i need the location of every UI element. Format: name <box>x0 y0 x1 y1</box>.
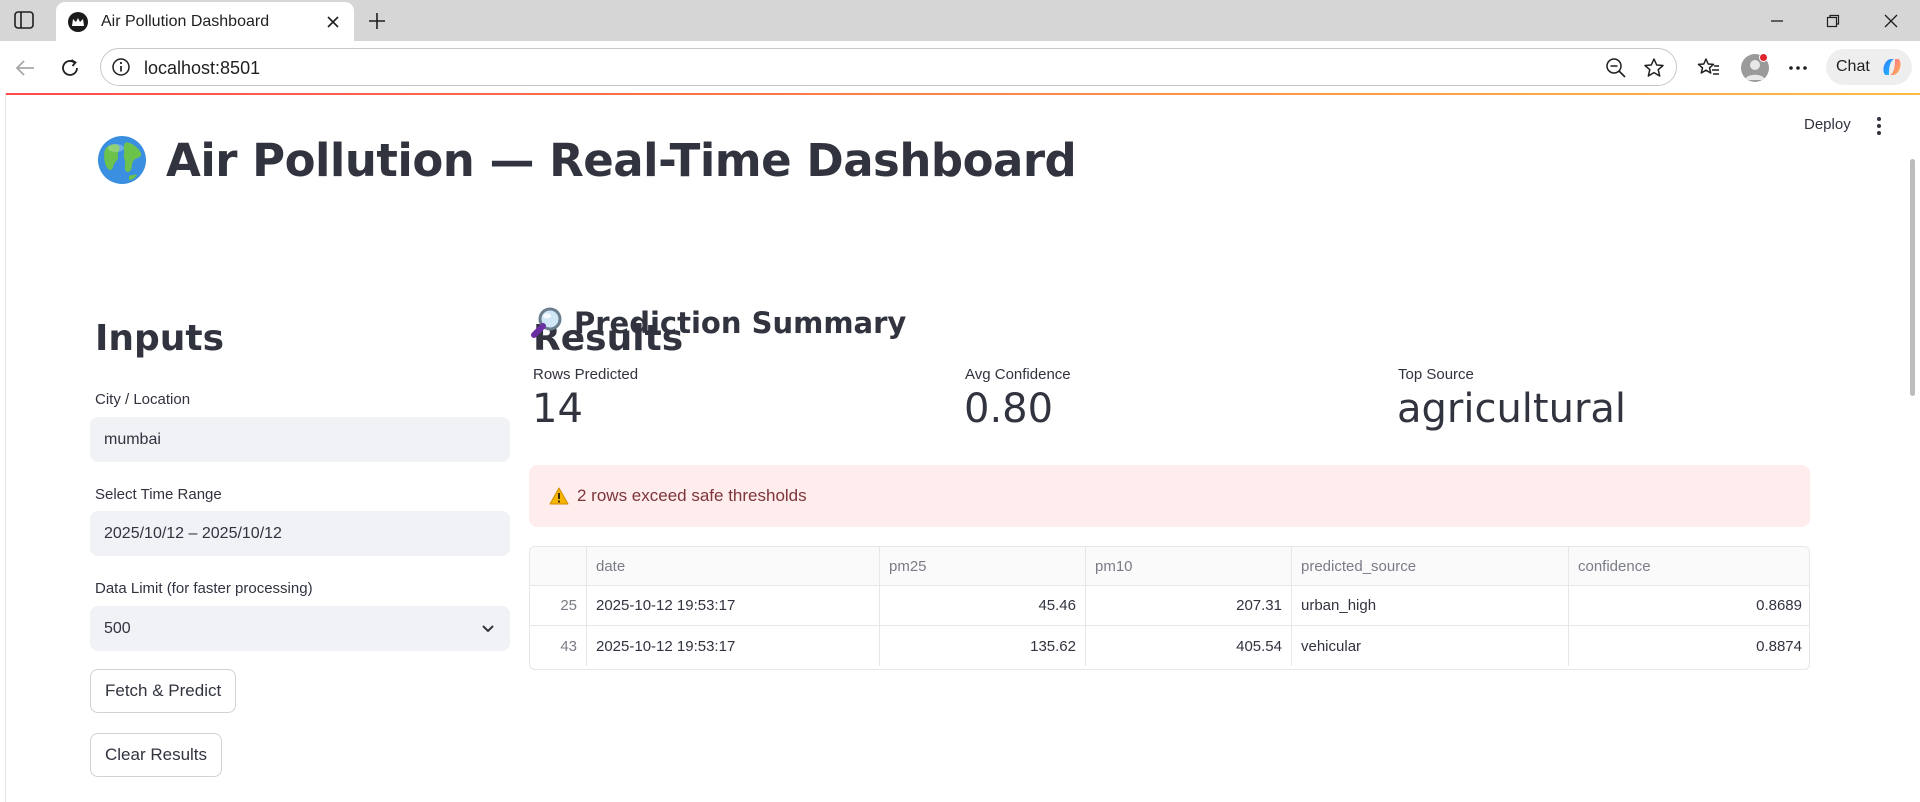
address-bar[interactable] <box>100 48 1677 86</box>
browser-tab[interactable]: Air Pollution Dashboard <box>56 2 354 41</box>
cell-date[interactable]: 2025-10-12 19:53:17 <box>587 626 880 666</box>
page-title: Air Pollution — Real-Time Dashboard <box>96 130 1077 190</box>
globe-icon <box>98 136 146 184</box>
notification-dot <box>1759 53 1768 62</box>
chevron-down-icon <box>482 625 494 633</box>
table-row[interactable]: 25 2025-10-12 19:53:17 45.46 207.31 urba… <box>530 586 1809 626</box>
data-limit-label: Data Limit (for faster processing) <box>95 580 313 597</box>
column-header-confidence[interactable]: confidence <box>1569 547 1809 585</box>
magnifier-icon <box>531 307 562 338</box>
browser-tab-bar: Air Pollution Dashboard <box>0 0 1920 41</box>
copilot-icon <box>1883 59 1901 75</box>
metric-source-value: agricultural <box>1397 386 1627 432</box>
fetch-predict-button[interactable]: Fetch & Predict <box>90 669 237 713</box>
copilot-chat-button[interactable]: Chat <box>1826 49 1912 85</box>
data-limit-value: 500 <box>104 619 131 637</box>
clear-results-button[interactable]: Clear Results <box>90 733 223 777</box>
site-info-icon[interactable] <box>111 57 131 77</box>
new-tab-icon[interactable] <box>364 9 390 33</box>
city-label: City / Location <box>95 391 191 408</box>
cell-pm10[interactable]: 405.54 <box>1086 626 1292 666</box>
time-range-input[interactable]: 2025/10/12 – 2025/10/12 <box>90 511 510 556</box>
data-limit-select[interactable]: 500 <box>90 606 510 651</box>
metric-source-label: Top Source <box>1398 366 1474 383</box>
reload-icon[interactable] <box>55 53 85 83</box>
favorites-icon[interactable] <box>1694 53 1724 83</box>
row-index: 43 <box>530 626 587 666</box>
warning-icon <box>549 487 569 505</box>
metric-confidence-label: Avg Confidence <box>965 366 1071 383</box>
cell-confidence[interactable]: 0.8689 <box>1569 586 1809 625</box>
cell-pm25[interactable]: 135.62 <box>880 626 1086 666</box>
close-window-icon[interactable] <box>1876 8 1906 34</box>
prediction-summary-text: Prediction Summary <box>574 306 907 340</box>
deploy-button[interactable]: Deploy <box>1804 116 1851 133</box>
threshold-alert: 2 rows exceed safe thresholds <box>529 465 1810 527</box>
time-range-label: Select Time Range <box>95 486 222 503</box>
streamlit-crown-icon <box>68 11 88 32</box>
cell-pm10[interactable]: 207.31 <box>1086 586 1292 625</box>
page-title-text: Air Pollution — Real-Time Dashboard <box>166 133 1077 187</box>
tab-actions-icon[interactable] <box>12 9 36 31</box>
column-header-pm25[interactable]: pm25 <box>880 547 1086 585</box>
row-index: 25 <box>530 586 587 625</box>
metric-rows-label: Rows Predicted <box>533 366 639 383</box>
back-icon[interactable] <box>10 53 40 83</box>
time-range-value: 2025/10/12 – 2025/10/12 <box>104 524 282 542</box>
top-decoration-bar <box>6 93 1920 95</box>
alert-text: 2 rows exceed safe thresholds <box>577 486 807 505</box>
header-index-cell <box>530 547 587 585</box>
prediction-summary-heading: Prediction Summary <box>530 303 906 343</box>
main-menu-icon[interactable] <box>1874 115 1884 137</box>
restore-icon[interactable] <box>1818 8 1848 34</box>
close-tab-icon[interactable] <box>322 11 344 33</box>
results-table[interactable]: date pm25 pm10 predicted_source confiden… <box>529 546 1810 670</box>
column-header-pm10[interactable]: pm10 <box>1086 547 1292 585</box>
cell-pm25[interactable]: 45.46 <box>880 586 1086 625</box>
table-row[interactable]: 43 2025-10-12 19:53:17 135.62 405.54 veh… <box>530 626 1809 666</box>
inputs-heading: Inputs <box>95 318 225 359</box>
cell-predicted-source[interactable]: urban_high <box>1292 586 1569 625</box>
cell-date[interactable]: 2025-10-12 19:53:17 <box>587 586 880 625</box>
table-header-row: date pm25 pm10 predicted_source confiden… <box>530 547 1809 586</box>
cell-confidence[interactable]: 0.8874 <box>1569 626 1809 666</box>
minimize-icon[interactable] <box>1762 8 1792 34</box>
scrollbar-thumb[interactable] <box>1910 159 1915 396</box>
metric-rows-value: 14 <box>532 386 583 432</box>
column-header-predicted-source[interactable]: predicted_source <box>1292 547 1569 585</box>
zoom-out-icon[interactable] <box>1605 57 1627 79</box>
more-options-icon[interactable] <box>1783 53 1813 83</box>
column-header-date[interactable]: date <box>587 547 880 585</box>
url-input[interactable] <box>144 58 1044 79</box>
browser-toolbar: Chat <box>0 41 1920 93</box>
metric-confidence-value: 0.80 <box>964 386 1054 432</box>
tab-title: Air Pollution Dashboard <box>101 12 270 30</box>
city-input[interactable] <box>104 430 510 449</box>
chat-label: Chat <box>1836 58 1870 75</box>
favorite-star-icon[interactable] <box>1643 57 1665 79</box>
cell-predicted-source[interactable]: vehicular <box>1292 626 1569 666</box>
city-input-box[interactable] <box>90 417 510 462</box>
